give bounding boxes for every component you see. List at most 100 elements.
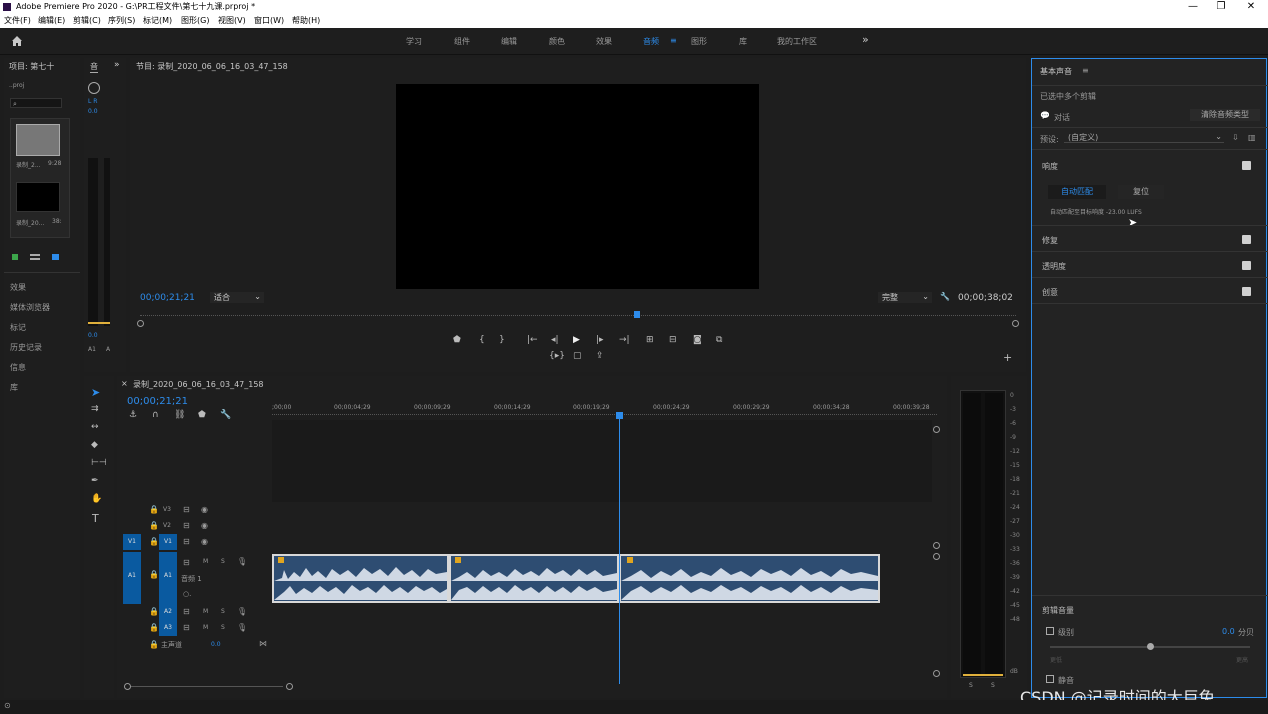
clear-audio-type-button[interactable]: 清除音频类型 — [1190, 109, 1260, 121]
ws-overflow-icon[interactable]: » — [862, 33, 869, 46]
wrench-icon[interactable]: 🔧 — [940, 292, 950, 301]
eye-icon[interactable]: ◉ — [201, 521, 208, 530]
preset-dropdown[interactable]: (自定义) ⌄ — [1064, 132, 1224, 143]
save-preset-icon[interactable]: ⇩ — [1232, 133, 1239, 142]
lock-icon[interactable]: 🔒 — [149, 607, 159, 616]
linked-selection-icon[interactable]: ⛓ — [174, 410, 185, 420]
solo-button[interactable]: S — [221, 558, 225, 565]
ws-audio-menu-icon[interactable]: ≡ — [670, 36, 677, 45]
sync-lock-icon[interactable]: ⊟ — [183, 537, 190, 546]
track-a2-label[interactable]: A2 — [159, 604, 177, 620]
ws-libraries[interactable]: 库 — [739, 36, 747, 47]
snap-icon[interactable]: ∩ — [152, 410, 159, 420]
timeline-zoom-scroll[interactable] — [124, 683, 293, 691]
sync-lock-icon[interactable]: ⊟ — [183, 521, 190, 530]
go-to-in-icon[interactable]: |← — [527, 335, 538, 345]
audio-scroll-handle[interactable] — [933, 670, 940, 677]
timeline-timecode[interactable]: 00;00;21;21 — [127, 396, 188, 407]
side-panel-markers[interactable]: 标记 — [10, 318, 50, 338]
lock-icon[interactable]: 🔒 — [149, 640, 159, 649]
go-to-out-icon[interactable]: →| — [619, 335, 630, 345]
solo-button[interactable]: S — [221, 624, 225, 631]
sync-lock-icon[interactable]: ⊟ — [183, 558, 190, 567]
ws-color[interactable]: 颜色 — [549, 36, 565, 47]
master-volume-value[interactable]: 0.0 — [211, 641, 221, 648]
program-playhead[interactable] — [634, 311, 640, 318]
nest-icon[interactable]: ⚓ — [129, 410, 137, 420]
lock-icon[interactable]: 🔒 — [149, 505, 159, 514]
timeline-playhead-handle[interactable] — [616, 412, 623, 419]
track-a3-label[interactable]: A3 — [159, 620, 177, 636]
mute-checkbox[interactable] — [1046, 675, 1054, 683]
clip-thumbnail-2[interactable] — [16, 182, 60, 212]
mark-out-icon[interactable]: } — [499, 335, 505, 345]
clip-thumbnail-1[interactable] — [16, 124, 60, 156]
selection-tool-icon[interactable]: ➤ — [91, 386, 100, 399]
menu-help[interactable]: 帮助(H) — [292, 14, 320, 28]
scrub-end-handle[interactable] — [1012, 320, 1019, 327]
menu-view[interactable]: 视图(V) — [218, 14, 246, 28]
list-view-icon[interactable] — [30, 254, 40, 260]
creative-section-label[interactable]: 创意 — [1042, 287, 1058, 298]
source-patch-v1[interactable]: V1 — [123, 534, 141, 550]
keyframe-icon[interactable]: ○. — [183, 590, 191, 598]
hand-tool-icon[interactable]: ✋ — [91, 494, 102, 504]
home-icon[interactable] — [10, 34, 24, 48]
close-button[interactable]: ✕ — [1236, 0, 1266, 14]
eye-icon[interactable]: ◉ — [201, 537, 208, 546]
auto-match-button[interactable]: 自动匹配 — [1048, 185, 1106, 199]
audio-clip[interactable] — [272, 554, 449, 603]
video-scroll-handle[interactable] — [933, 542, 940, 549]
step-back-icon[interactable]: ◂| — [551, 335, 559, 345]
video-scroll-handle[interactable] — [933, 426, 940, 433]
ws-my-workspace[interactable]: 我的工作区 — [777, 36, 817, 47]
sync-lock-icon[interactable]: ⊟ — [183, 623, 190, 632]
side-panel-media-browser[interactable]: 媒体浏览器 — [10, 298, 50, 318]
solo-button[interactable]: S — [221, 608, 225, 615]
creative-checkbox[interactable] — [1242, 287, 1251, 296]
project-search-input[interactable]: ⌕ — [10, 98, 62, 108]
clarity-section-label[interactable]: 透明度 — [1042, 261, 1066, 272]
step-forward-icon[interactable]: |▸ — [596, 335, 604, 345]
audio-mixer-tab[interactable]: 音 — [90, 61, 98, 73]
project-panel-title[interactable]: 项目: 第七十 — [9, 61, 54, 72]
side-panel-effects[interactable]: 效果 — [10, 278, 50, 298]
lock-icon[interactable]: 🔒 — [149, 537, 159, 546]
mute-button[interactable]: M — [203, 608, 208, 615]
menu-edit[interactable]: 编辑(E) — [38, 14, 65, 28]
panel-overflow-icon[interactable]: » — [114, 60, 120, 70]
track-master[interactable]: 🔒 主声道 0.0 ⋈ — [117, 637, 932, 653]
menu-graphics[interactable]: 图形(G) — [181, 14, 209, 28]
pan-value[interactable]: 0.0 — [88, 108, 98, 115]
icon-view-icon[interactable] — [52, 254, 59, 260]
sync-lock-icon[interactable]: ⊟ — [183, 505, 190, 514]
slip-tool-icon[interactable]: ⊢⊣ — [91, 458, 107, 468]
sync-lock-icon[interactable]: ⊟ — [183, 607, 190, 616]
ws-graphics[interactable]: 图形 — [691, 36, 707, 47]
safe-margins-icon[interactable]: ▢ — [573, 351, 582, 361]
reset-button[interactable]: 复位 — [1118, 185, 1164, 199]
timeline-close-icon[interactable]: × — [121, 379, 128, 388]
lock-icon[interactable]: 🔒 — [149, 570, 159, 579]
audio-clip[interactable] — [449, 554, 619, 603]
vu-solo-left[interactable]: S — [969, 682, 973, 689]
razor-tool-icon[interactable]: ◆ — [91, 440, 98, 450]
lock-icon[interactable]: 🔒 — [149, 623, 159, 632]
essential-sound-title[interactable]: 基本声音 — [1040, 66, 1072, 77]
program-scrub-bar[interactable] — [140, 315, 1016, 324]
microphone-icon[interactable]: 🎙 — [237, 607, 247, 616]
track-a1-label[interactable]: A1 — [159, 552, 177, 604]
ripple-edit-tool-icon[interactable]: ↔ — [91, 422, 99, 432]
ws-editing[interactable]: 编辑 — [501, 36, 517, 47]
menu-file[interactable]: 文件(F) — [4, 14, 31, 28]
add-marker-icon[interactable]: ⬟ — [198, 410, 206, 420]
side-panel-history[interactable]: 历史记录 — [10, 338, 50, 358]
side-panel-libraries[interactable]: 库 — [10, 378, 50, 398]
track-v2[interactable]: 🔒 V2 ⊟ ◉ — [117, 518, 932, 534]
minimize-button[interactable]: — — [1178, 0, 1208, 14]
loudness-section-label[interactable]: 响度 — [1042, 161, 1058, 172]
timeline-empty-area[interactable] — [272, 420, 932, 502]
level-slider-thumb[interactable] — [1147, 643, 1154, 650]
mute-button[interactable]: M — [203, 624, 208, 631]
add-marker-icon[interactable]: ⬟ — [453, 335, 461, 345]
